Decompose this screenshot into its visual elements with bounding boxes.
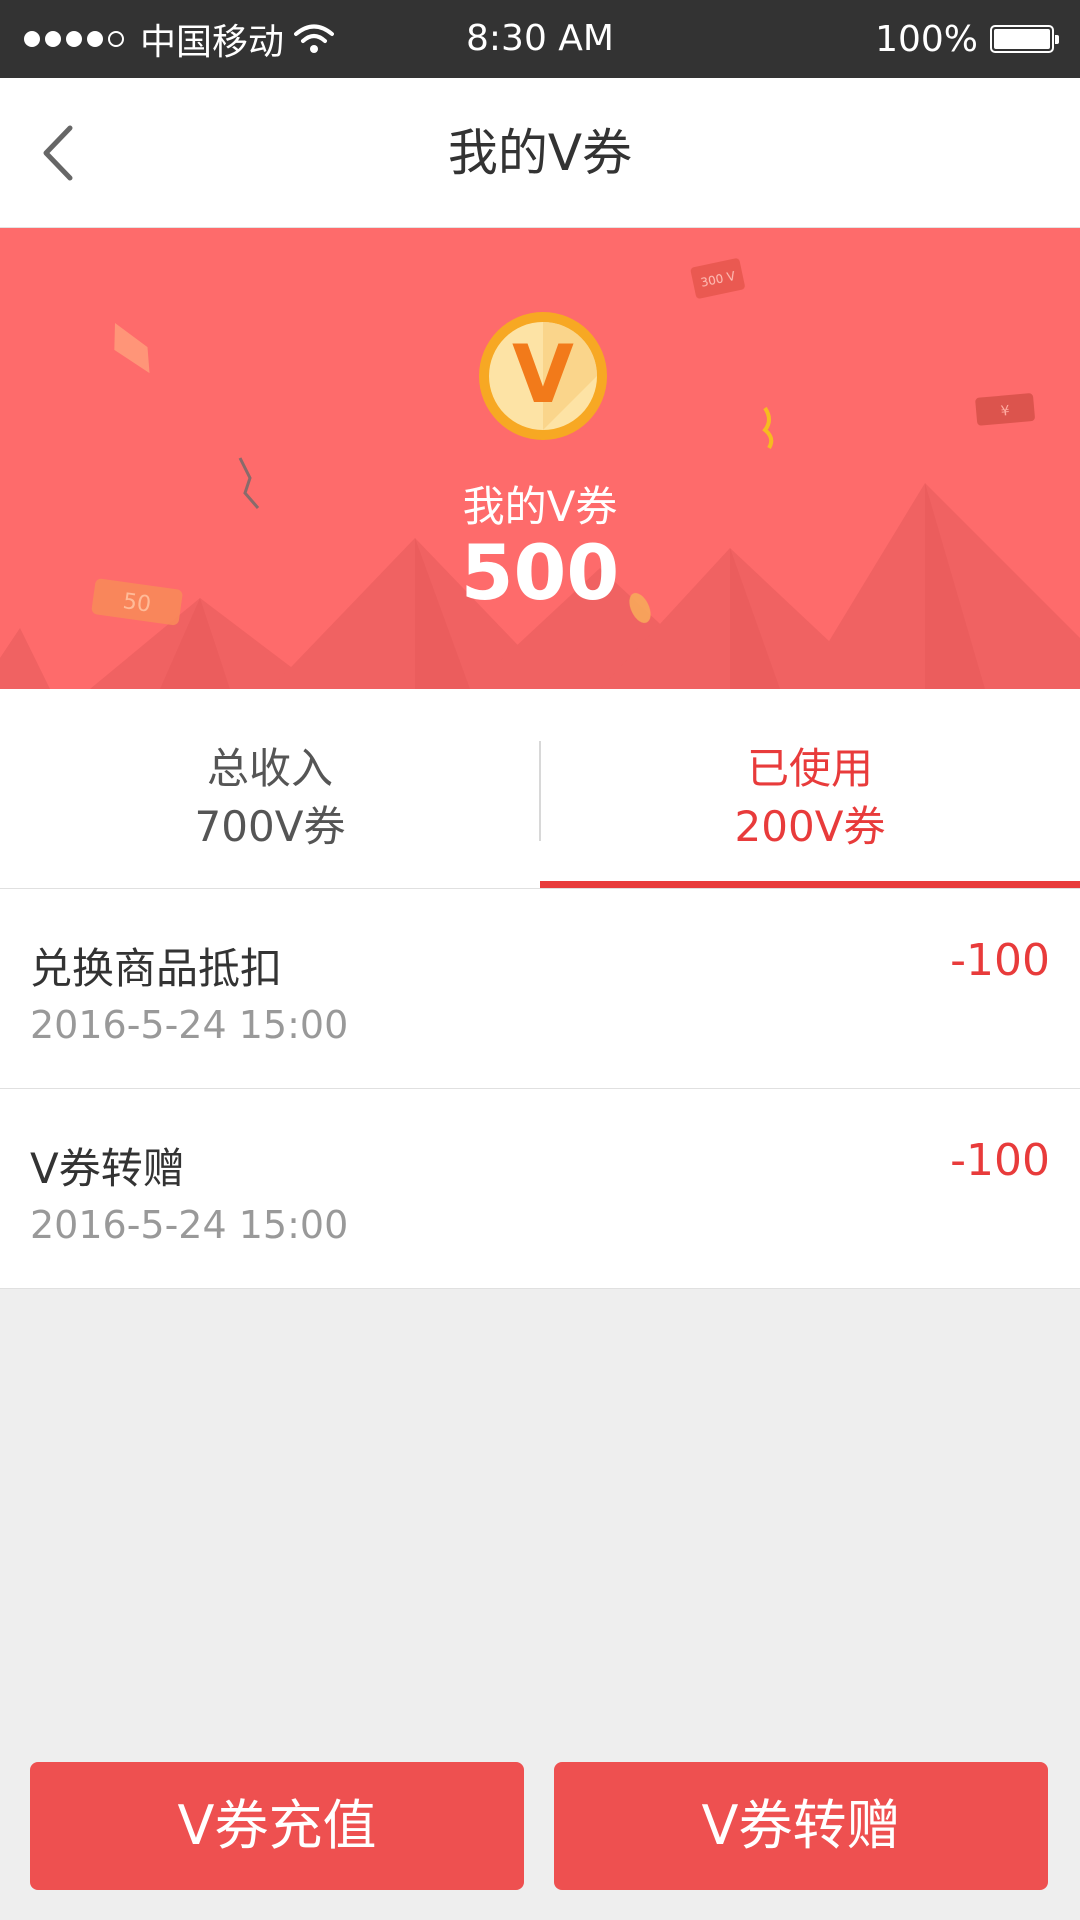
v-coin-icon: V: [479, 312, 607, 440]
summary-tabs: 总收入 700V券 已使用 200V券: [0, 689, 1080, 889]
tab-income-value: 700V券: [194, 802, 346, 851]
tab-used[interactable]: 已使用 200V券: [540, 689, 1080, 889]
svg-text:¥: ¥: [1000, 403, 1010, 420]
tab-income-label: 总收入: [206, 744, 333, 793]
active-tab-indicator: [540, 881, 1080, 888]
battery-icon: [990, 25, 1059, 53]
nav-bar: 我的V券: [0, 78, 1080, 228]
tab-total-income[interactable]: 总收入 700V券: [0, 689, 540, 889]
list-item[interactable]: V券转赠 2016-5-24 15:00 -100: [0, 1089, 1080, 1289]
status-bar: 中国移动 8:30 AM 100%: [0, 0, 1080, 78]
record-list: 兑换商品抵扣 2016-5-24 15:00 -100 V券转赠 2016-5-…: [0, 889, 1080, 1289]
transfer-button[interactable]: V券转赠: [554, 1762, 1048, 1890]
record-title: V券转赠: [30, 1144, 185, 1193]
balance-value: 500: [460, 528, 620, 617]
list-item[interactable]: 兑换商品抵扣 2016-5-24 15:00 -100: [0, 889, 1080, 1089]
recharge-button[interactable]: V券充值: [30, 1762, 524, 1890]
record-date: 2016-5-24 15:00: [30, 1203, 349, 1247]
tab-used-value: 200V券: [734, 802, 886, 851]
balance-banner: 300 V ¥ 50 V 我的V券 500: [0, 228, 1080, 689]
record-date: 2016-5-24 15:00: [30, 1003, 349, 1047]
page-title: 我的V券: [447, 124, 633, 182]
record-amount: -100: [950, 1135, 1050, 1186]
balance-label: 我的V券: [462, 482, 618, 531]
record-amount: -100: [950, 935, 1050, 986]
battery-percent: 100%: [875, 18, 978, 60]
banner-decoration: 300 V ¥ 50: [0, 258, 1080, 689]
record-title: 兑换商品抵扣: [30, 944, 283, 993]
tab-used-label: 已使用: [746, 744, 873, 793]
coin-letter: V: [512, 328, 574, 421]
status-right: 100%: [875, 0, 1059, 78]
